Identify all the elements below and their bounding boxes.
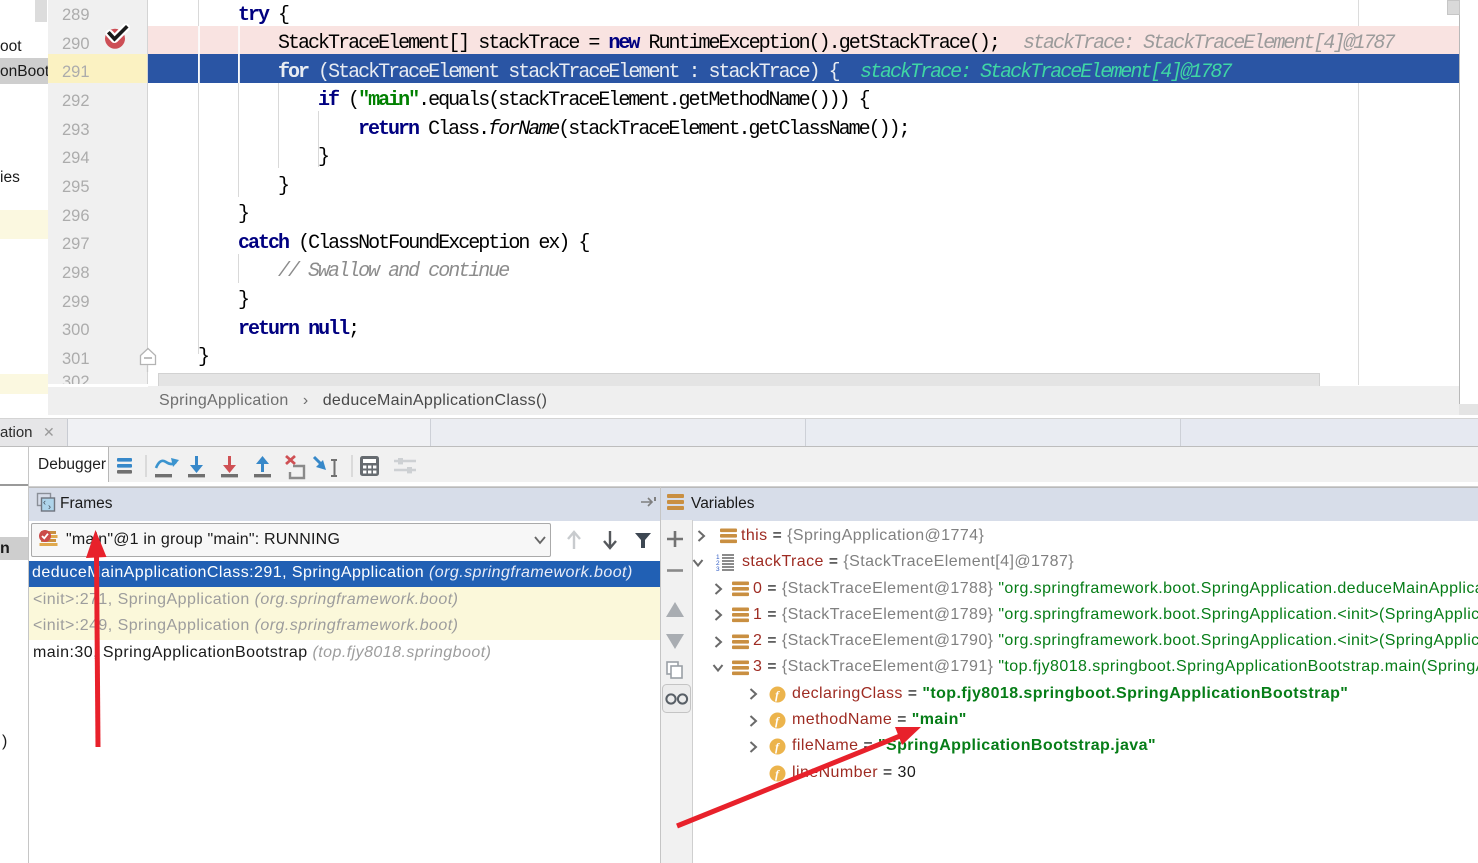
svg-text:›: ›	[48, 502, 51, 512]
svg-text:‹: ‹	[43, 497, 46, 507]
svg-text:3: 3	[716, 566, 720, 571]
